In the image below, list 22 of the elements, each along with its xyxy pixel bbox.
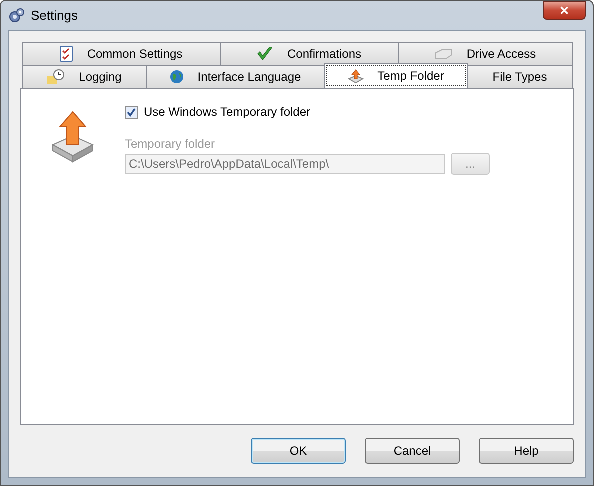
upload-tray-icon [348, 68, 364, 84]
tab[interactable]: Common Settings [22, 42, 221, 65]
upload-tray-icon [51, 111, 95, 163]
tab[interactable]: File Types [467, 65, 573, 88]
dialog-button[interactable]: OK [251, 438, 346, 464]
checkbox[interactable] [125, 106, 138, 118]
globe-icon [170, 70, 184, 84]
field-label: Temporary folder [125, 137, 216, 151]
checklist-icon [60, 46, 74, 62]
checkmark-icon [257, 47, 274, 61]
tab[interactable]: Logging [22, 65, 147, 88]
tab[interactable]: Confirmations [220, 42, 399, 65]
tab[interactable]: Interface Language [146, 65, 325, 88]
gears-icon [9, 8, 25, 24]
clock-icon [47, 69, 66, 85]
dialog-button[interactable]: Cancel [365, 438, 460, 464]
close-button[interactable]: ✕ [543, 1, 586, 20]
tab[interactable]: Temp Folder [324, 63, 468, 88]
dialog-button[interactable]: Help [479, 438, 574, 464]
checkbox-label: Use Windows Temporary folder [144, 105, 311, 119]
tab[interactable]: Drive Access [398, 42, 573, 65]
window-title: Settings [31, 8, 79, 23]
